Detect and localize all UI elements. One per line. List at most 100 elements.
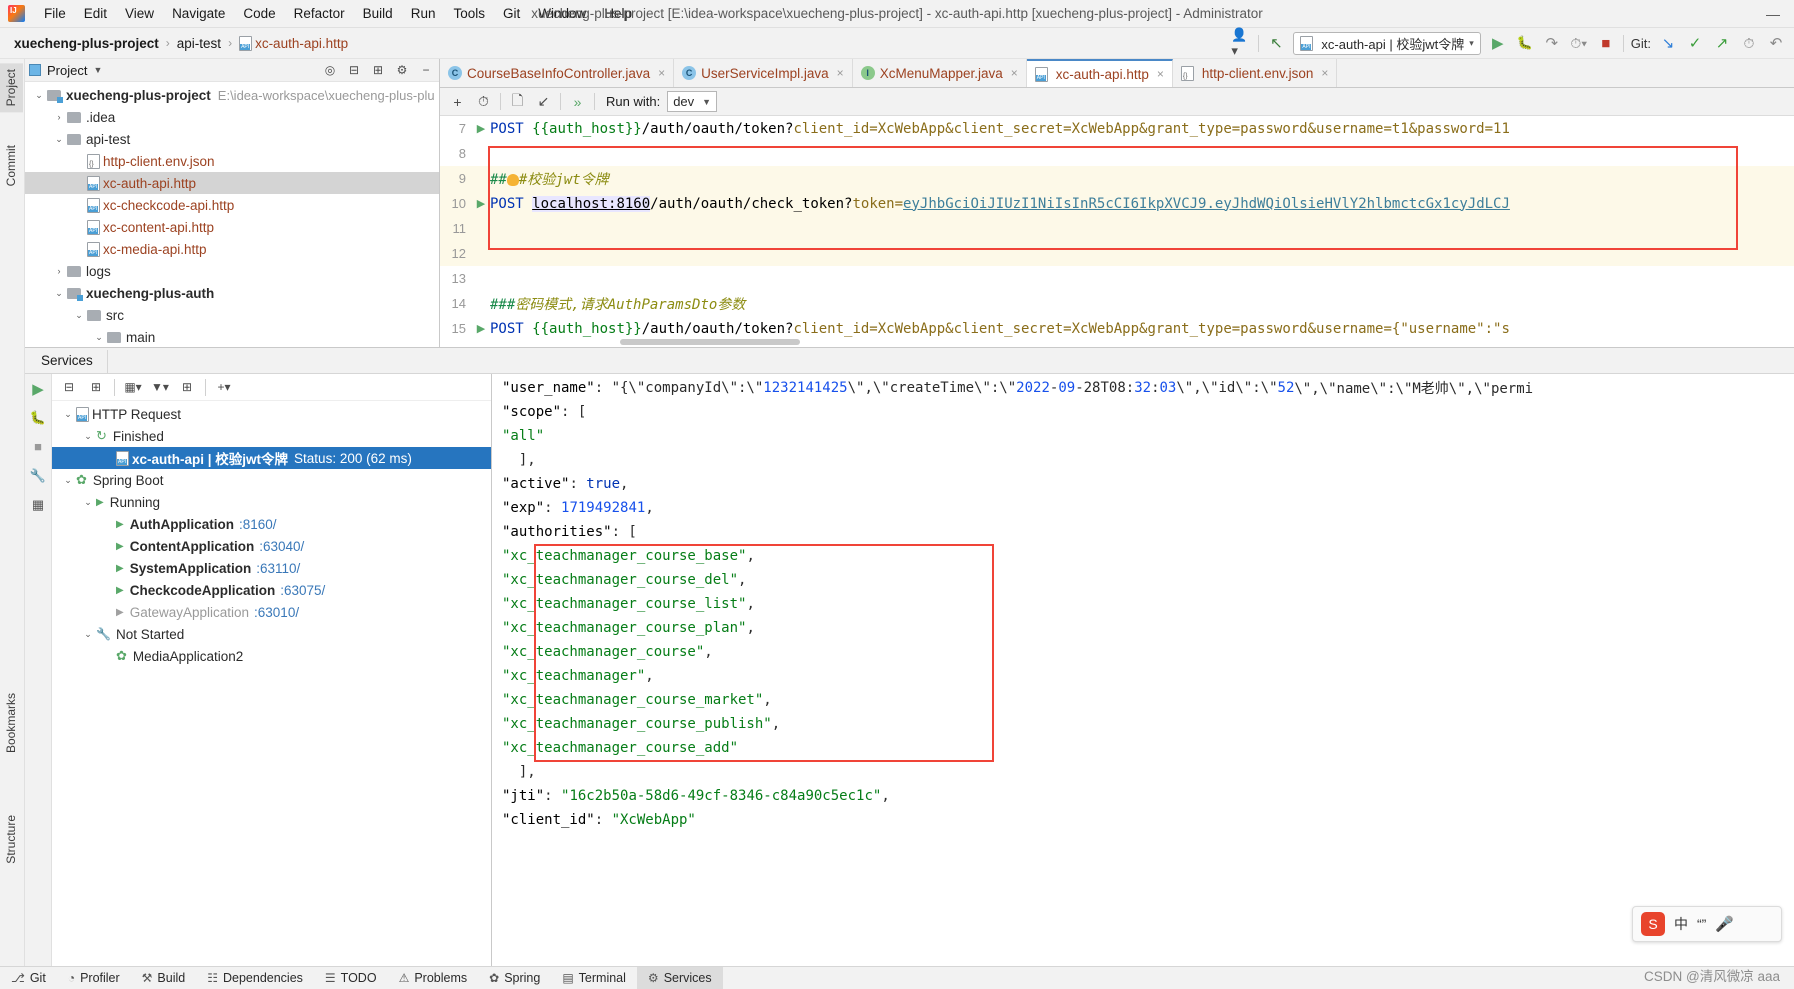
settings-icon[interactable]: ⚙ (393, 61, 411, 79)
close-icon[interactable]: × (1321, 66, 1328, 80)
sidebar-item-project[interactable]: Project (0, 63, 23, 113)
menu-git[interactable]: Git (494, 3, 529, 24)
code-line[interactable]: 13 (440, 266, 1794, 291)
services-response-output[interactable]: "user_name": "{\"companyId\":\" 123214142… (492, 374, 1794, 966)
services-tree-row[interactable]: ✿ MediaApplication2 (52, 645, 491, 667)
minimize-button[interactable]: — (1758, 4, 1788, 24)
statusbar-item-terminal[interactable]: ▤ Terminal (551, 967, 637, 989)
statusbar-item-build[interactable]: ⚒ Build (131, 967, 197, 989)
run-icon[interactable]: ▶ (1488, 33, 1508, 53)
project-tree-row[interactable]: ⌄ xuecheng-plus-project E:\idea-workspace\… (25, 84, 439, 106)
ime-language-mode[interactable]: 中 (1674, 914, 1688, 934)
tree-toggle-arrow-icon[interactable]: › (51, 112, 67, 122)
breadcrumb-file[interactable]: xc-auth-api.http (255, 36, 348, 51)
statusbar-item-dependencies[interactable]: ☷ Dependencies (196, 967, 314, 989)
add-icon[interactable]: + (448, 92, 467, 111)
project-tree-row[interactable]: http-client.env.json (25, 150, 439, 172)
editor-tab[interactable]: C CourseBaseInfoController.java × (440, 59, 675, 87)
project-tree-row[interactable]: › logs (25, 260, 439, 282)
git-history-icon[interactable]: ⏱ (1739, 33, 1759, 53)
editor-tab[interactable]: http-client.env.json × (1172, 59, 1338, 87)
sidebar-item-bookmarks[interactable]: Bookmarks (0, 687, 23, 759)
menu-refactor[interactable]: Refactor (285, 3, 354, 24)
close-icon[interactable]: × (1011, 66, 1018, 80)
code-editor[interactable]: 7 ▶ POST {{auth_host}}/auth/oauth/token?cl… (440, 116, 1794, 347)
editor-tab-bar[interactable]: C CourseBaseInfoController.java × C UserServ… (440, 59, 1794, 88)
statusbar-item-todo[interactable]: ☰ TODO (314, 967, 388, 989)
menu-file[interactable]: File (35, 3, 75, 24)
services-tree[interactable]: ⌄HTTP Request⌄↻Finishedxc-auth-api | 校验j… (52, 401, 491, 966)
tree-toggle-arrow-icon[interactable]: ⌄ (51, 288, 67, 299)
project-tree-row[interactable]: ⌄ xuecheng-plus-auth (25, 282, 439, 304)
services-tree-row[interactable]: ⌄ 🔧 Not Started (52, 623, 491, 645)
run-configuration-selector[interactable]: xc-auth-api | 校验jwt令牌 ▾ (1293, 31, 1481, 55)
tree-toggle-arrow-icon[interactable]: ⌄ (60, 409, 76, 420)
debug-icon[interactable]: 🐛 (29, 408, 48, 427)
statusbar-item-git[interactable]: ⎇ Git (0, 967, 57, 989)
history-icon[interactable]: ⏱ (474, 92, 493, 111)
back-arrow-icon[interactable]: ↖ (1266, 33, 1286, 53)
services-tree-row[interactable]: ▶ AuthApplication:8160/ (52, 513, 491, 535)
debug-icon[interactable]: 🐛 (1515, 33, 1535, 53)
tree-toggle-arrow-icon[interactable]: ⌄ (80, 629, 96, 640)
code-line[interactable]: 12 (440, 241, 1794, 266)
statusbar-item-problems[interactable]: ⚠ Problems (388, 967, 479, 989)
project-file-tree[interactable]: ⌄ xuecheng-plus-project E:\idea-workspace\… (25, 82, 439, 347)
project-tree-row[interactable]: ⌄ main (25, 326, 439, 347)
services-tree-row[interactable]: ⌄ ↻ Finished (52, 425, 491, 447)
git-rollback-icon[interactable]: ↶ (1766, 33, 1786, 53)
project-tree-row[interactable]: xc-media-api.http (25, 238, 439, 260)
chevron-down-icon[interactable]: ▼ (93, 65, 102, 75)
sogou-ime-widget[interactable]: S 中 “” 🎤 (1632, 906, 1782, 942)
editor-tab[interactable]: I XcMenuMapper.java × (852, 59, 1027, 87)
tree-toggle-arrow-icon[interactable]: ⌄ (60, 475, 76, 486)
profile-icon[interactable]: ⏱▾ (1569, 33, 1589, 53)
run-all-icon[interactable]: » (568, 92, 587, 111)
statusbar-item-spring[interactable]: ✿ Spring (478, 967, 551, 989)
close-icon[interactable]: × (658, 66, 665, 80)
tree-toggle-arrow-icon[interactable]: ⌄ (91, 332, 107, 343)
project-tree-row[interactable]: › .idea (25, 106, 439, 128)
menu-build[interactable]: Build (354, 3, 402, 24)
code-line[interactable]: 8 (440, 141, 1794, 166)
run-with-coverage-icon[interactable]: ↷ (1542, 33, 1562, 53)
expand-all-icon[interactable]: ⊟ (345, 61, 363, 79)
ime-punctuation-mode[interactable]: “” (1697, 916, 1706, 932)
menu-view[interactable]: View (116, 3, 163, 24)
code-line[interactable]: 14 ###密码模式,请求AuthParamsDto参数 (440, 291, 1794, 316)
project-tree-row[interactable]: xc-content-api.http (25, 216, 439, 238)
code-line[interactable]: 10 ▶ POST localhost:8160/auth/oauth/check_… (440, 191, 1794, 216)
git-update-icon[interactable]: ↘ (1658, 33, 1678, 53)
horizontal-scrollbar[interactable] (620, 339, 800, 345)
services-tree-row[interactable]: ⌄ ▶ Running (52, 491, 491, 513)
collapse-all-icon[interactable]: ⊞ (369, 61, 387, 79)
mic-icon[interactable]: 🎤 (1715, 915, 1734, 933)
hide-icon[interactable]: − (417, 61, 435, 79)
run-request-icon[interactable]: ▶ (472, 322, 490, 335)
tree-toggle-arrow-icon[interactable]: ⌄ (51, 134, 67, 145)
code-line[interactable]: 11 (440, 216, 1794, 241)
import-icon[interactable]: ↙ (534, 92, 553, 111)
filter-icon[interactable]: ▼▾ (151, 378, 169, 396)
tree-toggle-arrow-icon[interactable]: ⌄ (71, 310, 87, 321)
project-tree-row[interactable]: ⌄ src (25, 304, 439, 326)
tree-toggle-arrow-icon[interactable]: ⌄ (80, 497, 96, 508)
window-controls[interactable]: — (1758, 4, 1788, 24)
close-icon[interactable]: × (1157, 67, 1164, 81)
expand-all-icon[interactable]: ⊟ (60, 378, 78, 396)
menu-navigate[interactable]: Navigate (163, 3, 234, 24)
sidebar-item-structure[interactable]: Structure (0, 809, 23, 870)
tree-toggle-arrow-icon[interactable]: › (51, 266, 67, 276)
tree-toggle-arrow-icon[interactable]: ⌄ (31, 90, 47, 101)
stop-icon[interactable]: ■ (1596, 33, 1616, 53)
project-tree-row[interactable]: ⌄ api-test (25, 128, 439, 150)
code-line[interactable]: 7 ▶ POST {{auth_host}}/auth/oauth/token?cl… (440, 116, 1794, 141)
stop-icon[interactable]: ■ (29, 437, 48, 456)
code-line[interactable]: 15 ▶ POST {{auth_host}}/auth/oauth/token?c… (440, 316, 1794, 341)
project-tree-row[interactable]: xc-auth-api.http (25, 172, 439, 194)
menu-edit[interactable]: Edit (75, 3, 116, 24)
run-icon[interactable]: ▶ (29, 379, 48, 398)
menu-tools[interactable]: Tools (444, 3, 494, 24)
breadcrumb-folder[interactable]: api-test (177, 36, 221, 51)
services-tree-row[interactable]: ⌄ HTTP Request (52, 403, 491, 425)
